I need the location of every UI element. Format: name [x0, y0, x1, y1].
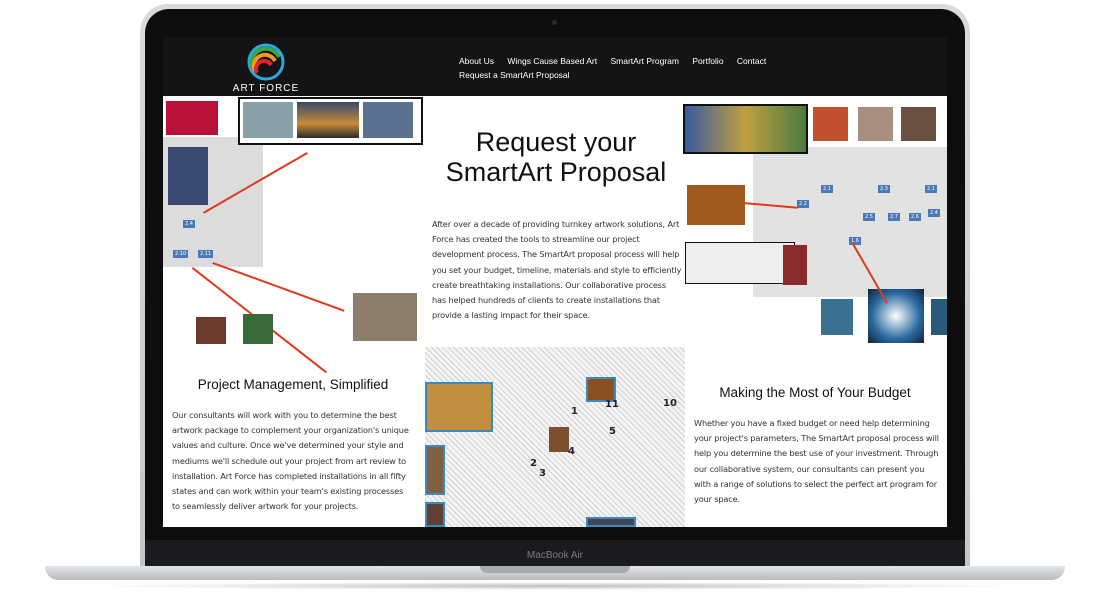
section-body-budget: Whether you have a fixed budget or need … [694, 418, 939, 505]
plan-label: 2.4 [928, 209, 940, 217]
nav-contact[interactable]: Contact [737, 56, 766, 66]
camera-icon [552, 20, 557, 25]
logo-text: ART FORCE [232, 83, 300, 94]
section-title-budget: Making the Most of Your Budget [719, 385, 911, 400]
section-body-project-management: Our consultants will work with you to de… [172, 410, 409, 512]
laptop-shadow [80, 582, 1030, 590]
hero-body: After over a decade of providing turnkey… [432, 219, 682, 321]
artwork-image [168, 147, 208, 205]
main-menu: About Us Wings Cause Based Art SmartArt … [459, 54, 799, 82]
artwork-image [425, 445, 445, 495]
artwork-image [931, 299, 947, 335]
artwork-image [783, 245, 807, 285]
plan-label: 1 [571, 406, 578, 417]
nav-request-proposal[interactable]: Request a SmartArt Proposal [459, 70, 570, 80]
artwork-image [297, 102, 359, 138]
artwork-image [353, 293, 417, 341]
plan-label: 2.7 [888, 213, 900, 221]
nav-about-us[interactable]: About Us [459, 56, 494, 66]
plan-label: 2.3 [878, 185, 890, 193]
artwork-image [243, 314, 273, 344]
site-header: ART FORCE About Us Wings Cause Based Art… [163, 37, 947, 96]
artwork-image [363, 102, 413, 138]
artwork-image [858, 107, 893, 141]
page-title: Request your SmartArt Proposal [445, 127, 667, 187]
plan-label: 2.11 [198, 250, 214, 258]
laptop-notch [480, 566, 630, 573]
website-screen: ART FORCE About Us Wings Cause Based Art… [163, 37, 947, 527]
plan-label: 5 [609, 426, 616, 437]
artwork-image [196, 317, 226, 344]
plan-label: 10 [663, 398, 677, 409]
plan-label: 2.2 [797, 200, 809, 208]
artwork-image [683, 104, 808, 154]
nav-smartart-program[interactable]: SmartArt Program [610, 56, 679, 66]
plan-label: 2.1 [821, 185, 833, 193]
section-title-project-management: Project Management, Simplified [197, 377, 389, 392]
plan-label: 2.6 [909, 213, 921, 221]
nav-wings-cause-based-art[interactable]: Wings Cause Based Art [507, 56, 597, 66]
plan-label: 4 [568, 446, 575, 457]
artwork-image [813, 107, 848, 141]
plan-label: 3 [539, 468, 546, 479]
plan-label: 2.5 [863, 213, 875, 221]
artwork-image [685, 242, 795, 284]
artwork-image [166, 101, 218, 135]
connector-line [212, 262, 345, 312]
logo-rings-icon [247, 43, 285, 81]
nav-portfolio[interactable]: Portfolio [692, 56, 723, 66]
plan-label: 11 [605, 399, 619, 410]
plan-label: 1.6 [849, 237, 861, 245]
plan-label: 2.10 [173, 250, 189, 258]
plan-label: 2.4 [183, 220, 195, 228]
device-brand: MacBook Air [526, 550, 584, 561]
artwork-image [243, 102, 293, 138]
plan-label: 2.1 [925, 185, 937, 193]
artwork-image [425, 382, 493, 432]
artwork-image [821, 299, 853, 335]
art-force-logo[interactable]: ART FORCE [231, 41, 301, 95]
artwork-image [586, 517, 636, 527]
artwork-image [868, 289, 924, 343]
artwork-image [901, 107, 936, 141]
artwork-image [425, 502, 445, 527]
artwork-image [687, 185, 745, 225]
